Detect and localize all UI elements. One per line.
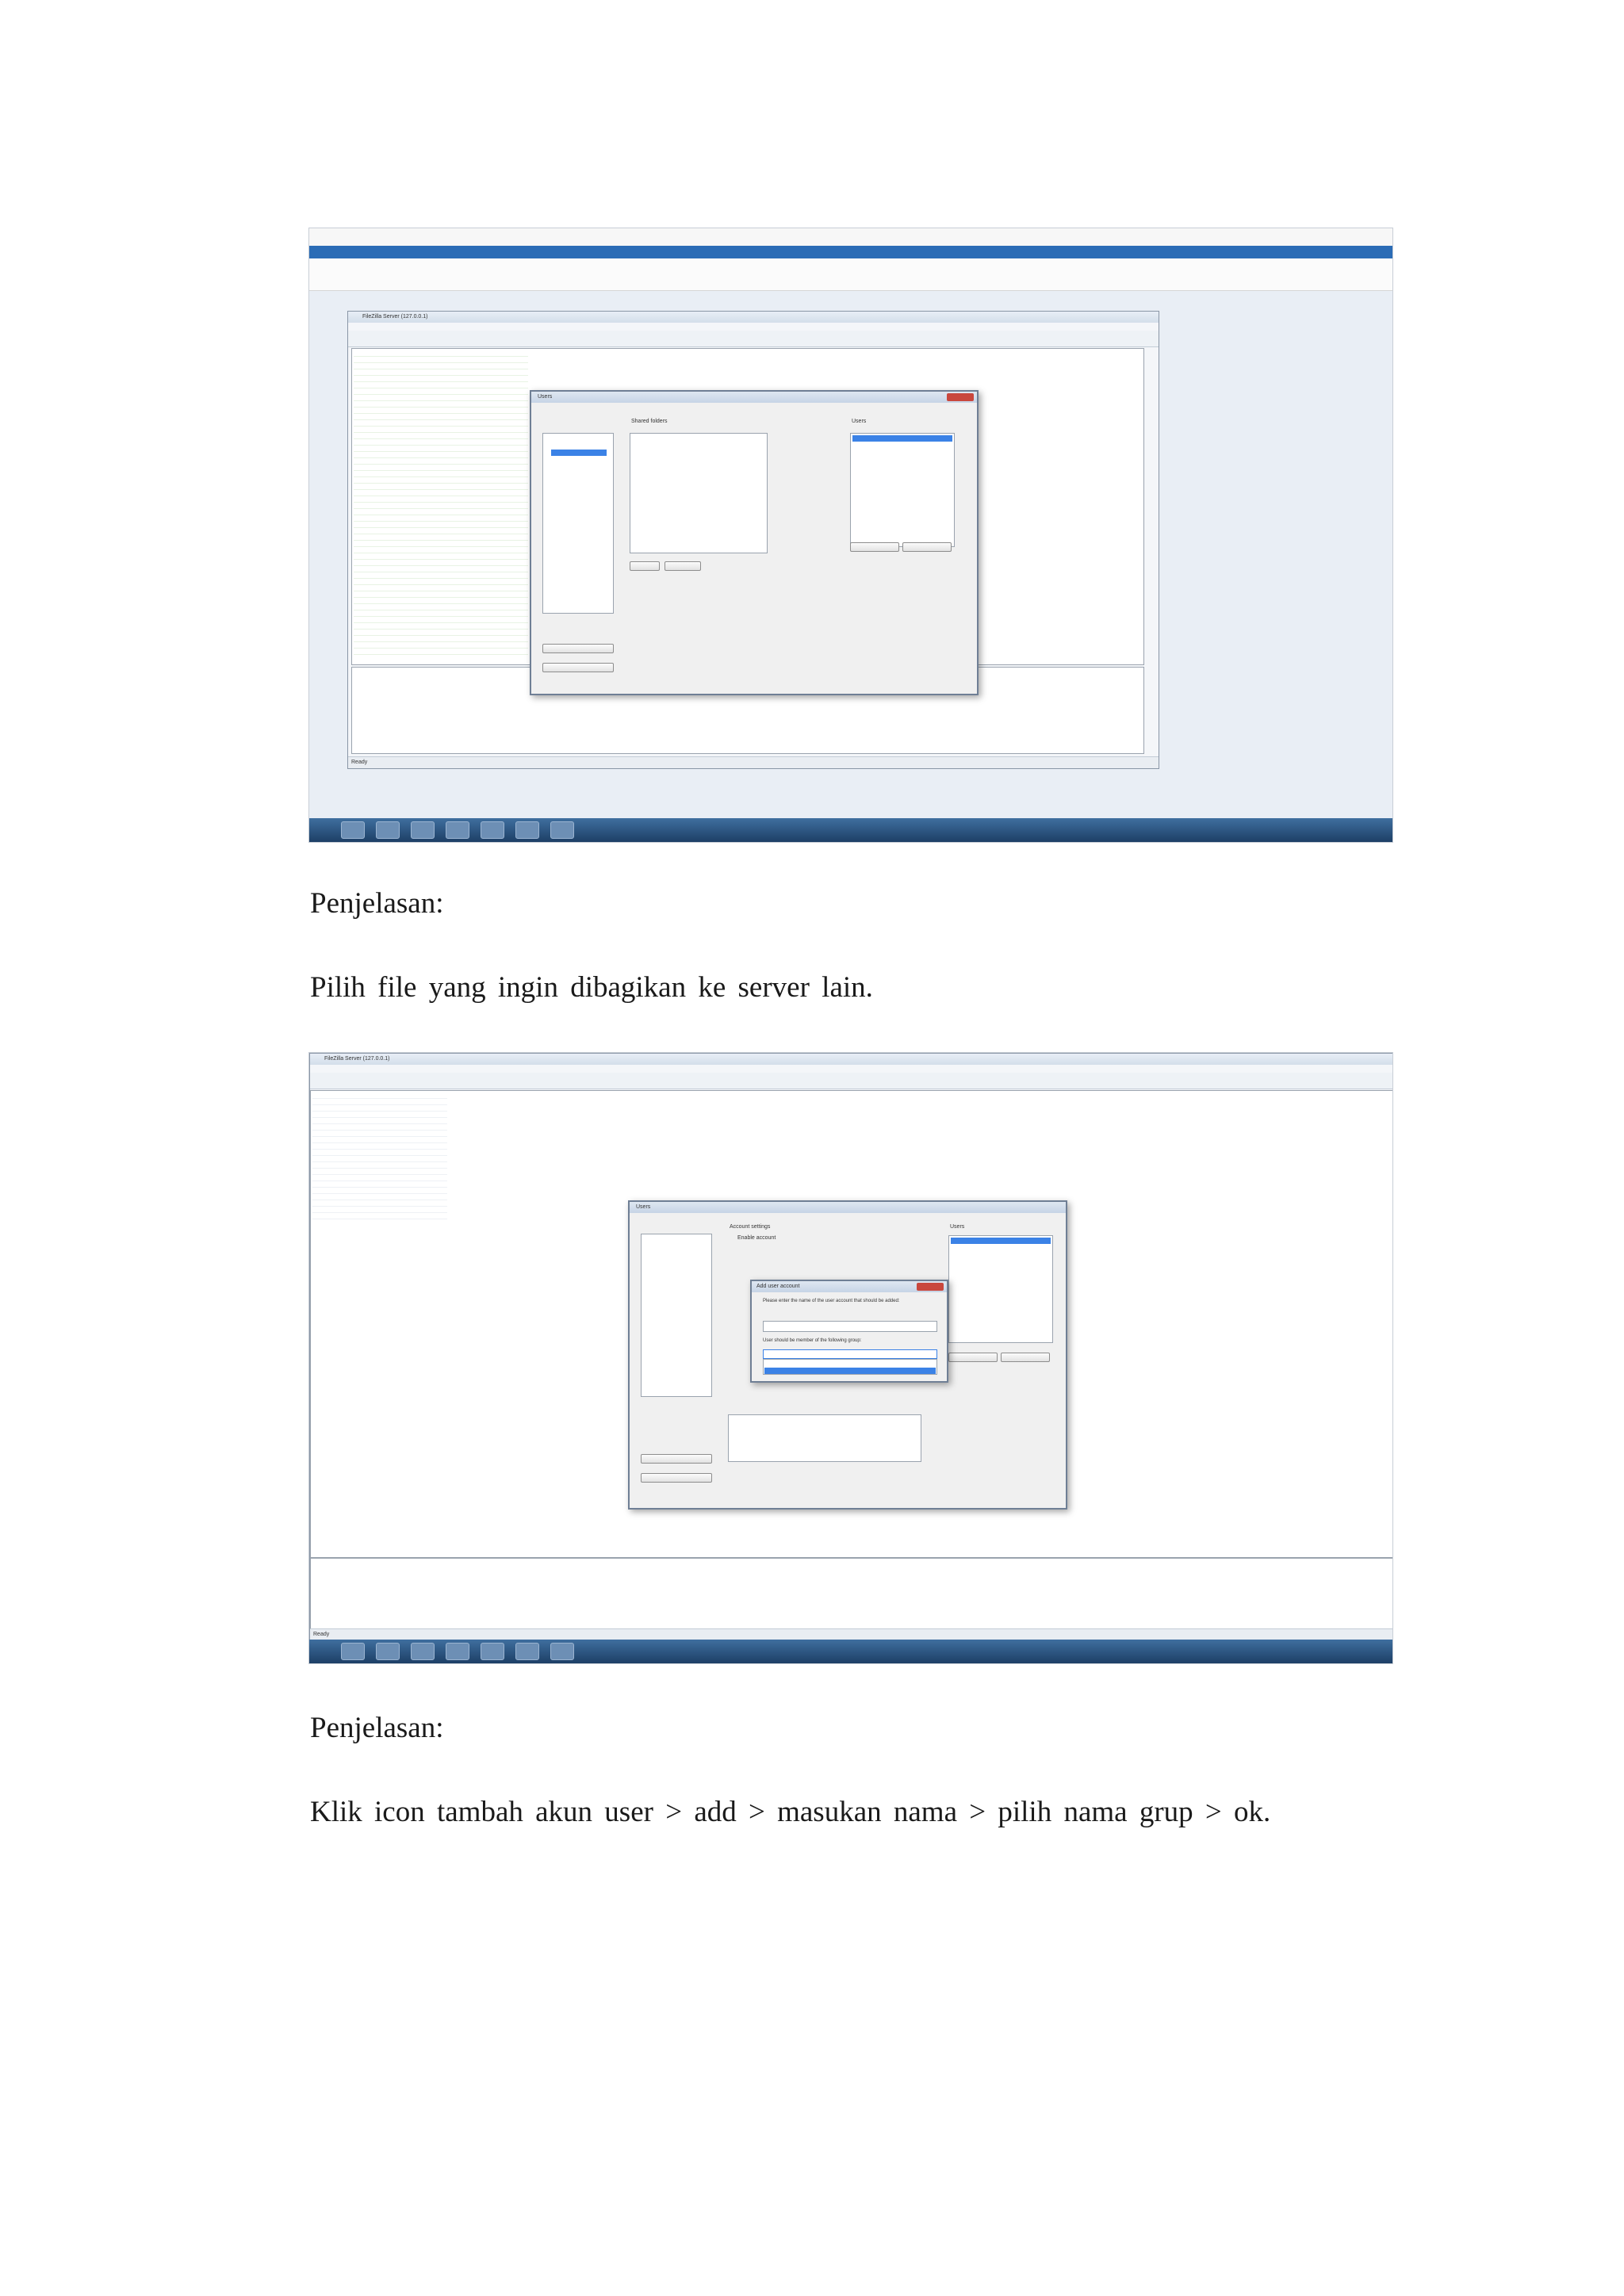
paragraph-step-1: Pilih file yang ingin dibagikan ke serve…: [310, 971, 873, 1004]
ok-button[interactable]: [641, 1454, 712, 1464]
toolbar: [310, 1073, 1392, 1089]
paragraph-step-2: Klik icon tambah akun user > add > masuk…: [310, 1796, 1271, 1828]
remove-user-button[interactable]: [1001, 1353, 1050, 1362]
windows-taskbar: [309, 818, 1392, 842]
dialog-title: Users: [636, 1204, 651, 1210]
username-input[interactable]: [763, 1321, 937, 1332]
add-user-button[interactable]: [948, 1353, 998, 1362]
group-dropdown-list[interactable]: [763, 1359, 937, 1375]
document-page: FileZilla Server (127.0.0.1) Ready Users…: [0, 0, 1624, 2296]
menu-bar: [348, 323, 1159, 331]
subdialog-prompt: Please enter the name of the user accoun…: [763, 1299, 900, 1303]
status-text: Ready: [351, 760, 368, 765]
window-title: FileZilla Server (127.0.0.1): [324, 1056, 390, 1062]
subdialog-group-label: User should be member of the following g…: [763, 1338, 862, 1343]
window-title: FileZilla Server (127.0.0.1): [362, 314, 428, 320]
shared-folders-list[interactable]: [630, 433, 768, 553]
windows-taskbar: [309, 1640, 1392, 1663]
paragraph-explanation-1: Penjelasan:: [310, 887, 444, 920]
enable-account-label: Enable account: [737, 1235, 776, 1241]
paragraph-explanation-2: Penjelasan:: [310, 1712, 444, 1744]
users-label: Users: [852, 419, 867, 424]
transfers-pane: [310, 1558, 1392, 1629]
screenshot-filezilla-add-user: FileZilla Server (127.0.0.1) Ready Users…: [308, 1052, 1393, 1664]
ok-button[interactable]: [542, 644, 614, 653]
close-icon[interactable]: [947, 393, 974, 401]
description-box[interactable]: [728, 1414, 921, 1462]
group-select[interactable]: [763, 1349, 937, 1359]
subdialog-title: Add user account: [756, 1284, 800, 1289]
shared-folders-label: Shared folders: [631, 419, 668, 424]
users-list[interactable]: [948, 1235, 1053, 1343]
add-folder-button[interactable]: [630, 561, 660, 571]
remove-folder-button[interactable]: [665, 561, 701, 571]
remove-user-button[interactable]: [902, 542, 952, 552]
page-list: [542, 433, 614, 614]
screenshot-filezilla-shared-folders: FileZilla Server (127.0.0.1) Ready Users…: [308, 228, 1393, 843]
menu-bar: [310, 1065, 1392, 1073]
word-ribbon-tabs: [309, 246, 1392, 258]
close-icon[interactable]: [917, 1283, 944, 1291]
toolbar: [348, 331, 1159, 347]
word-ribbon: [309, 258, 1392, 291]
users-label: Users: [950, 1224, 965, 1230]
users-list[interactable]: [850, 433, 955, 547]
status-text: Ready: [313, 1632, 330, 1637]
add-user-button[interactable]: [850, 542, 899, 552]
page-list: [641, 1234, 712, 1397]
word-title-bar: [309, 228, 1392, 247]
cancel-button[interactable]: [641, 1473, 712, 1483]
dialog-title: Users: [538, 394, 553, 400]
cancel-button[interactable]: [542, 663, 614, 672]
users-dialog: Users Shared folders Users: [530, 390, 979, 695]
add-user-account-dialog: Add user account Please enter the name o…: [750, 1280, 948, 1383]
account-settings-label: Account settings: [730, 1224, 771, 1230]
